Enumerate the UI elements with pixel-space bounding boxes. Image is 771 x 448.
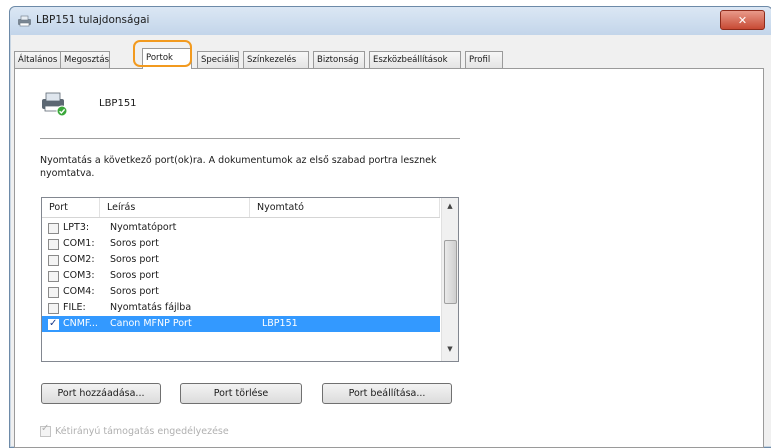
port-checkbox-checked[interactable]: ✓ xyxy=(48,318,59,330)
port-checkbox[interactable] xyxy=(48,287,59,298)
tab-color-management[interactable]: Színkezelés xyxy=(243,51,309,68)
printer-small-icon xyxy=(18,15,31,27)
tab-profile[interactable]: Profil xyxy=(465,51,503,68)
tab-sharing[interactable]: Megosztás xyxy=(60,51,110,68)
port-list[interactable]: Port Leírás Nyomtató LPT3: Nyomtatóport … xyxy=(41,197,459,362)
scrollbar-thumb[interactable] xyxy=(444,240,457,304)
port-list-scrollbar[interactable]: ▲ ▼ xyxy=(441,198,458,361)
port-checkbox[interactable] xyxy=(48,223,59,234)
tab-advanced[interactable]: Speciális xyxy=(197,51,239,68)
title-bar[interactable]: LBP151 tulajdonságai ✕ xyxy=(10,7,771,35)
close-button[interactable]: ✕ xyxy=(720,10,765,30)
port-description: Soros port xyxy=(110,238,159,249)
port-name: COM4: xyxy=(63,286,95,297)
tab-device-settings[interactable]: Eszközbeállítások xyxy=(369,51,461,68)
port-description: Soros port xyxy=(110,270,159,281)
port-row[interactable]: FILE: Nyomtatás fájlba xyxy=(42,300,440,316)
port-list-header: Port Leírás Nyomtató xyxy=(42,198,440,218)
port-name: COM1: xyxy=(63,238,95,249)
delete-port-button[interactable]: Port törlése xyxy=(180,383,302,404)
check-icon: ✓ xyxy=(49,318,58,329)
port-name: LPT3: xyxy=(63,222,90,233)
port-row-selected[interactable]: ✓ CNMF... Canon MFNP Port LBP151 xyxy=(42,316,440,332)
column-header-port[interactable]: Port xyxy=(42,198,100,217)
bidirectional-support-option[interactable]: ✓ Kétirányú támogatás engedélyezése xyxy=(40,423,229,437)
printer-name: LBP151 xyxy=(99,98,137,109)
port-name: COM3: xyxy=(63,270,95,281)
port-row[interactable]: COM4: Soros port xyxy=(42,284,440,300)
port-description: Nyomtatóport xyxy=(110,222,177,233)
tab-strip: Általános Megosztás Portok Speciális Szí… xyxy=(14,48,771,69)
port-row[interactable]: COM2: Soros port xyxy=(42,252,440,268)
port-description: Soros port xyxy=(110,286,159,297)
properties-window: LBP151 tulajdonságai ✕ Általános Megoszt… xyxy=(9,6,771,448)
scroll-up-icon[interactable]: ▲ xyxy=(442,198,458,214)
divider xyxy=(40,138,460,139)
bidirectional-label: Kétirányú támogatás engedélyezése xyxy=(55,426,229,437)
column-header-printer[interactable]: Nyomtató xyxy=(250,198,440,217)
tab-security[interactable]: Biztonság xyxy=(313,51,365,68)
bidirectional-checkbox[interactable]: ✓ xyxy=(40,423,51,437)
port-row[interactable]: LPT3: Nyomtatóport xyxy=(42,220,440,236)
add-port-button[interactable]: Port hozzáadása... xyxy=(41,383,161,404)
port-checkbox[interactable] xyxy=(48,239,59,250)
port-checkbox[interactable] xyxy=(48,255,59,266)
port-checkbox[interactable] xyxy=(48,303,59,314)
port-printer: LBP151 xyxy=(262,318,298,329)
configure-port-button[interactable]: Port beállítása... xyxy=(322,383,452,404)
port-name: FILE: xyxy=(63,302,86,313)
port-description-text: Nyomtatás a következő port(ok)ra. A doku… xyxy=(40,155,437,179)
port-name: COM2: xyxy=(63,254,95,265)
column-header-description[interactable]: Leírás xyxy=(100,198,250,217)
port-description: Soros port xyxy=(110,254,159,265)
port-description: Nyomtatás fájlba xyxy=(110,302,192,313)
port-row[interactable]: COM3: Soros port xyxy=(42,268,440,284)
port-name: CNMF... xyxy=(63,318,98,329)
port-description: Canon MFNP Port xyxy=(110,318,192,329)
printer-icon xyxy=(42,92,68,117)
window-title: LBP151 tulajdonságai xyxy=(36,14,150,26)
close-icon: ✕ xyxy=(737,13,748,27)
ports-tab-panel: LBP151 Nyomtatás a következő port(ok)ra.… xyxy=(14,68,764,448)
port-checkbox[interactable] xyxy=(48,271,59,282)
scroll-down-icon[interactable]: ▼ xyxy=(442,341,458,357)
check-icon: ✓ xyxy=(41,423,50,434)
tab-highlight-ring xyxy=(133,40,192,67)
tab-general[interactable]: Általános xyxy=(14,51,61,68)
port-row[interactable]: COM1: Soros port xyxy=(42,236,440,252)
